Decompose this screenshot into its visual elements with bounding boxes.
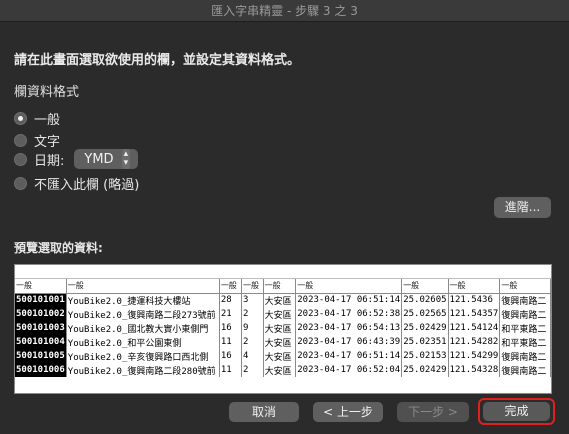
table-cell: 500101001 (15, 293, 67, 307)
table-cell: 500101004 (15, 335, 67, 349)
table-cell: 大安區 (263, 293, 297, 307)
table-row: 500101002 YouBike2.0_復興南路二段273號前 21 2 大安區 202… (15, 307, 551, 321)
table-cell: 3 (241, 293, 264, 307)
radio-date[interactable]: 日期: YMD ▴ ▾ (14, 149, 139, 169)
table-cell: 25.02565 (401, 307, 449, 321)
table-cell: 28 (219, 293, 242, 307)
window-title: 匯入字串精靈 - 步驟 3 之 3 (0, 0, 569, 22)
radio-date-label: 日期: (34, 153, 65, 169)
column-type-header[interactable]: 一般 (499, 279, 551, 294)
table-cell: 500101003 (15, 321, 67, 335)
table-cell: 25.02605 (401, 293, 449, 307)
column-type-header[interactable]: 一般 (295, 279, 403, 294)
table-cell: 2 (241, 307, 264, 321)
table-cell: 9 (241, 321, 264, 335)
table-row: 500101006 YouBike2.0_復興南路二段280號前 11 2 大安區 202… (15, 363, 551, 377)
radio-skip-label: 不匯入此欄 (略過) (34, 178, 140, 193)
finish-button[interactable]: 完成 (483, 402, 550, 421)
table-cell: 16 (219, 349, 242, 363)
column-type-header[interactable]: 一般 (219, 279, 242, 294)
column-type-header[interactable]: 一般 (448, 279, 501, 294)
back-button[interactable]: < 上一步 (313, 402, 383, 422)
table-cell: 25.02153 (401, 349, 449, 363)
table-cell: 500101002 (15, 307, 67, 321)
table-cell: YouBike2.0_和平公園東側 (66, 335, 220, 349)
table-cell: 2023-04-17 06:54:13 (295, 321, 403, 335)
column-type-header[interactable]: 一般 (263, 279, 297, 294)
table-cell: 21 (219, 307, 242, 321)
column-type-header[interactable]: 一般 (15, 279, 67, 294)
column-format-title: 欄資料格式 (14, 85, 80, 100)
table-cell: 大安區 (263, 335, 297, 349)
table-cell: 4 (241, 349, 264, 363)
advanced-button[interactable]: 進階... (494, 197, 551, 218)
date-format-select[interactable]: YMD ▴ ▾ (74, 149, 139, 169)
radio-button-icon[interactable] (14, 152, 27, 166)
column-type-header[interactable]: 一般 (66, 279, 220, 294)
table-cell: 和平東路二 (499, 321, 551, 335)
table-row: 500101005 YouBike2.0_辛亥復興路口西北側 16 4 大安區 2023-… (15, 349, 551, 363)
table-cell: YouBike2.0_辛亥復興路口西北側 (66, 349, 220, 363)
radio-button-icon[interactable] (14, 112, 27, 125)
table-cell: 2023-04-17 06:52:04 (295, 363, 403, 377)
table-cell: 25.02429 (401, 363, 449, 377)
instruction-text: 請在此畫面選取欲使用的欄，並設定其資料格式。 (14, 53, 301, 68)
radio-text-label: 文字 (34, 135, 61, 150)
table-cell: 復興南路二 (499, 307, 551, 321)
table-cell: 25.02351 (401, 335, 449, 349)
table-cell: 2 (241, 363, 264, 377)
table-cell: 大安區 (263, 363, 297, 377)
radio-button-icon[interactable] (14, 134, 27, 147)
table-cell: 大安區 (263, 321, 297, 335)
table-cell: 121.54299 (448, 349, 501, 363)
table-row: 500101001 YouBike2.0_捷運科技大樓站 28 3 大安區 2023-04… (15, 293, 551, 307)
table-row: 500101004 YouBike2.0_和平公園東側 11 2 大安區 2023-04-… (15, 335, 551, 349)
table-cell: 復興南路二 (499, 349, 551, 363)
table-cell: 復興南路二 (499, 293, 551, 307)
table-cell: 和平東路二 (499, 335, 551, 349)
preview-blank-row (15, 265, 551, 279)
radio-skip[interactable]: 不匯入此欄 (略過) (14, 174, 139, 193)
table-cell: 2023-04-17 06:51:14 (295, 293, 403, 307)
table-cell: 11 (219, 335, 242, 349)
radio-general[interactable]: 一般 (14, 109, 60, 128)
data-preview[interactable]: 一般 一般 一般 一般 一般 一般 一般 一般 一般 500101001 YouBike2.0_捷… (14, 264, 552, 394)
column-type-header[interactable]: 一般 (241, 279, 264, 294)
next-button[interactable]: 下一步 > (397, 402, 469, 422)
table-cell: 大安區 (263, 349, 297, 363)
table-cell: 500101005 (15, 349, 67, 363)
table-cell: YouBike2.0_捷運科技大樓站 (66, 293, 220, 307)
radio-text[interactable]: 文字 (14, 131, 60, 150)
preview-title: 預覽選取的資料: (14, 241, 103, 255)
table-cell: 11 (219, 363, 242, 377)
table-cell: YouBike2.0_復興南路二段273號前 (66, 307, 220, 321)
chevron-up-down-icon: ▴ ▾ (121, 149, 131, 169)
table-cell: YouBike2.0_復興南路二段280號前 (66, 363, 220, 377)
table-cell: 121.5436 (448, 293, 501, 307)
table-cell: 121.54357 (448, 307, 501, 321)
radio-general-label: 一般 (34, 113, 61, 128)
table-cell: YouBike2.0_國北教大實小東側門 (66, 321, 220, 335)
cancel-button[interactable]: 取消 (229, 402, 299, 422)
table-cell: 16 (219, 321, 242, 335)
preview-table: 一般 一般 一般 一般 一般 一般 一般 一般 一般 500101001 YouBike2.0_捷… (15, 279, 551, 377)
table-cell: 復興南路二 (499, 363, 551, 377)
table-row: 500101003 YouBike2.0_國北教大實小東側門 16 9 大安區 2023-… (15, 321, 551, 335)
table-cell: 25.02429 (401, 321, 449, 335)
radio-button-icon[interactable] (14, 177, 27, 190)
table-cell: 2023-04-17 06:51:14 (295, 349, 403, 363)
column-type-header[interactable]: 一般 (401, 279, 449, 294)
table-cell: 121.54328 (448, 363, 501, 377)
finish-highlight: 完成 (478, 398, 555, 425)
table-cell: 121.54124 (448, 321, 501, 335)
table-cell: 121.54282 (448, 335, 501, 349)
date-format-value: YMD (84, 151, 114, 167)
table-cell: 2023-04-17 06:52:38 (295, 307, 403, 321)
table-cell: 2 (241, 335, 264, 349)
table-cell: 500101006 (15, 363, 67, 377)
table-cell: 2023-04-17 06:43:39 (295, 335, 403, 349)
preview-header-row: 一般 一般 一般 一般 一般 一般 一般 一般 一般 (15, 279, 551, 294)
table-cell: 大安區 (263, 307, 297, 321)
